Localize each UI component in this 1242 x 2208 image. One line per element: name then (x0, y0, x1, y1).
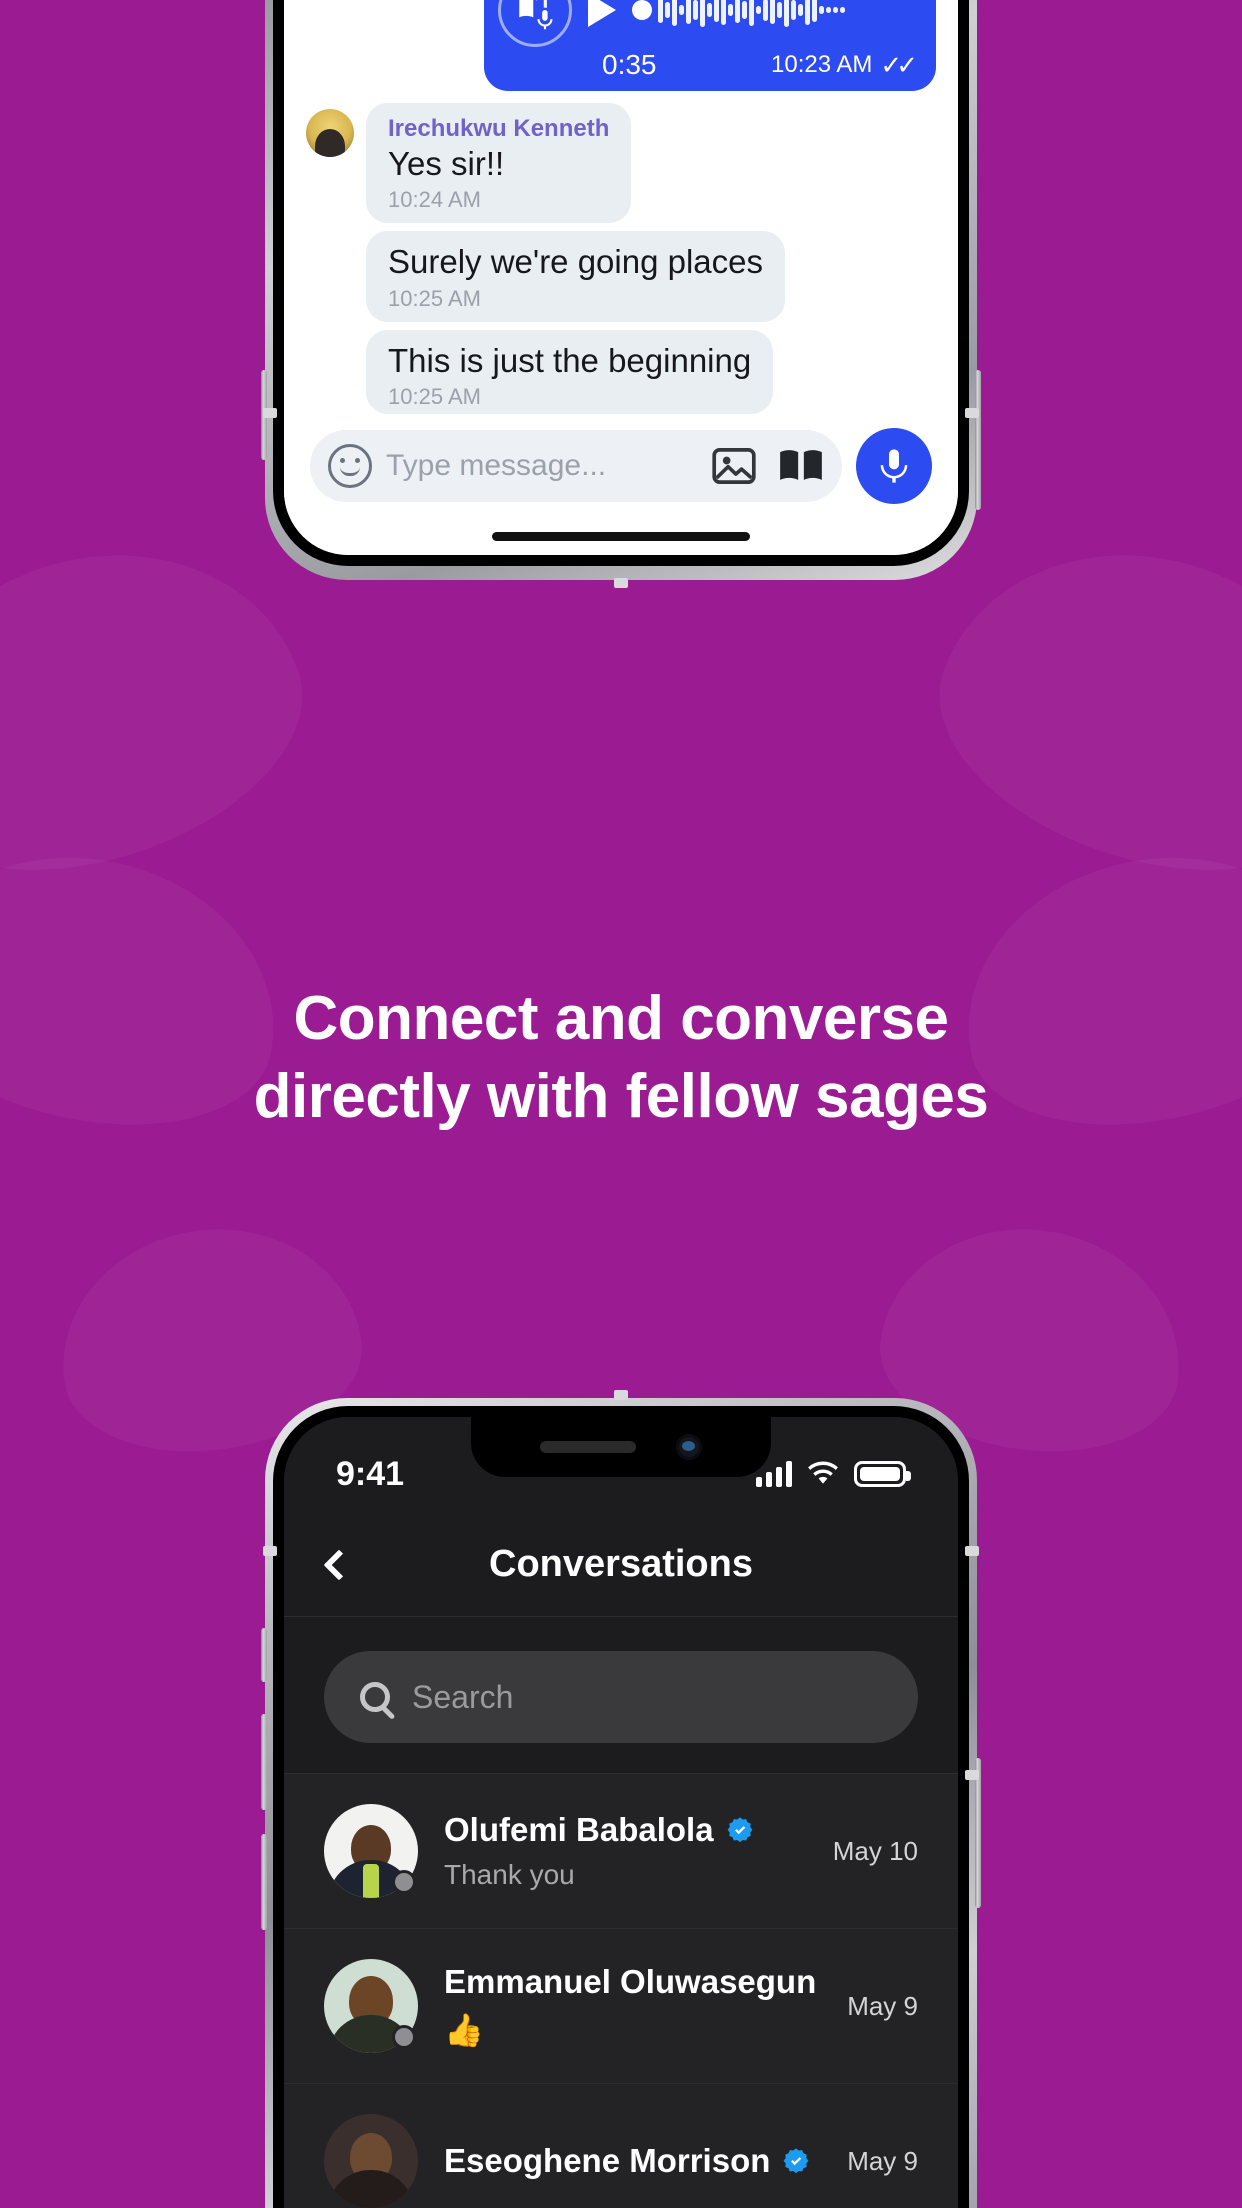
book-icon[interactable] (778, 448, 824, 484)
message-input-placeholder: Type message... (386, 449, 607, 482)
chat-message-list[interactable]: 0:46 10:22 AM ✓✓ (284, 0, 958, 555)
message-preview: Thank you (444, 1859, 575, 1890)
microphone-icon (880, 449, 908, 483)
search-icon (360, 1682, 390, 1712)
alignment-tick (263, 1546, 277, 1556)
message-timestamp: 10:25 AM (388, 384, 481, 409)
alignment-tick (614, 1390, 628, 1400)
play-icon[interactable] (588, 0, 616, 28)
voice-duration: 0:35 (602, 49, 657, 81)
record-voice-button[interactable] (856, 428, 932, 504)
sender-name: Irechukwu Kenneth (388, 115, 610, 143)
playback-scrubber[interactable] (632, 0, 652, 21)
message-text: This is just the beginning (388, 341, 752, 379)
search-section: Search (284, 1617, 958, 1774)
presence-indicator (392, 2025, 416, 2049)
message-timestamp: 10:23 AM (771, 51, 873, 79)
list-item[interactable]: Eseoghene Morrison May 9 (284, 2084, 958, 2208)
message-composer[interactable]: Type message... (306, 414, 936, 514)
alignment-tick (965, 408, 979, 418)
phone-mockup-chat: 0:46 10:22 AM ✓✓ (261, 0, 981, 588)
battery-full-icon (854, 1461, 911, 1487)
power-button[interactable] (975, 1758, 981, 1908)
front-camera (676, 1434, 702, 1460)
message-text: Surely we're going places (388, 243, 764, 281)
earpiece-speaker (540, 1441, 636, 1453)
list-item[interactable]: Olufemi Babalola Thank you May 10 (284, 1774, 958, 1929)
notch (471, 1417, 771, 1477)
message-input-field[interactable]: Type message... (310, 430, 842, 502)
message-bubble[interactable]: Irechukwu Kenneth Yes sir!! 10:24 AM (366, 103, 632, 224)
avatar[interactable] (324, 1959, 418, 2053)
conversation-list[interactable]: Olufemi Babalola Thank you May 10 Emmanu… (284, 1774, 958, 2208)
smiley-icon[interactable] (328, 444, 372, 488)
message-timestamp: 10:24 AM (388, 187, 481, 213)
alignment-tick (614, 578, 628, 588)
message-bubble[interactable]: Surely we're going places 10:25 AM (366, 231, 786, 322)
message-bubble[interactable]: This is just the beginning 10:25 AM (366, 329, 774, 414)
mute-switch[interactable] (261, 1628, 267, 1682)
timestamp: May 10 (832, 1835, 918, 1866)
alignment-tick (263, 408, 277, 418)
alignment-tick (965, 1770, 979, 1780)
avatar[interactable] (324, 2114, 418, 2208)
phone-mockup-conversations: 9:41 Conversations Search Olufemi Babalo… (261, 1390, 981, 2208)
message-row-incoming[interactable]: Surely we're going places 10:25 AM (366, 231, 936, 322)
volume-down-button[interactable] (261, 1834, 267, 1930)
status-bar-time: 9:41 (336, 1454, 405, 1493)
search-placeholder: Search (412, 1678, 514, 1715)
wifi-icon (806, 1459, 840, 1490)
message-text: Yes sir!! (388, 145, 505, 183)
message-row-incoming[interactable]: This is just the beginning 10:25 AM (366, 329, 936, 414)
message-preview: 👍 (444, 2012, 484, 2048)
page-title: Connect and converse directly with fello… (0, 980, 1242, 1136)
headline-line-2: directly with fellow sages (253, 1062, 989, 1132)
home-indicator (492, 532, 750, 541)
power-button[interactable] (975, 370, 981, 510)
headline-line-1: Connect and converse (293, 984, 949, 1053)
chevron-left-icon[interactable] (323, 1548, 355, 1581)
status-bar: 9:41 (284, 1417, 958, 1513)
timestamp: May 9 (847, 1990, 918, 2021)
alignment-tick (965, 1546, 979, 1556)
double-check-icon: ✓✓ (880, 49, 917, 80)
waveform[interactable] (632, 0, 918, 31)
contact-name: Olufemi Babalola (444, 1811, 714, 1848)
timestamp: May 9 (847, 2145, 918, 2176)
presence-indicator (392, 1870, 416, 1894)
message-row-incoming[interactable]: Irechukwu Kenneth Yes sir!! 10:24 AM (306, 103, 936, 224)
verified-badge-icon (782, 2147, 810, 2175)
contact-name: Eseoghene Morrison (444, 2142, 771, 2179)
image-icon[interactable] (712, 447, 756, 485)
navigation-bar: Conversations (284, 1513, 958, 1617)
message-timestamp: 10:25 AM (388, 285, 481, 311)
conversations-screen: 9:41 Conversations Search Olufemi Babalo… (284, 1417, 958, 2208)
book-microphone-icon (498, 0, 572, 48)
chat-screen: 0:46 10:22 AM ✓✓ (284, 0, 958, 555)
contact-name: Emmanuel Oluwasegun (444, 1963, 817, 2000)
avatar[interactable] (324, 1804, 418, 1898)
search-input[interactable]: Search (324, 1651, 918, 1743)
voice-message-bubble[interactable]: 0:35 10:23 AM ✓✓ (484, 0, 936, 92)
list-item[interactable]: Emmanuel Oluwasegun 👍 May 9 (284, 1929, 958, 2084)
page-title: Conversations (489, 1543, 753, 1585)
avatar[interactable] (306, 109, 354, 158)
volume-up-button[interactable] (261, 1714, 267, 1810)
verified-badge-icon (726, 1816, 754, 1844)
